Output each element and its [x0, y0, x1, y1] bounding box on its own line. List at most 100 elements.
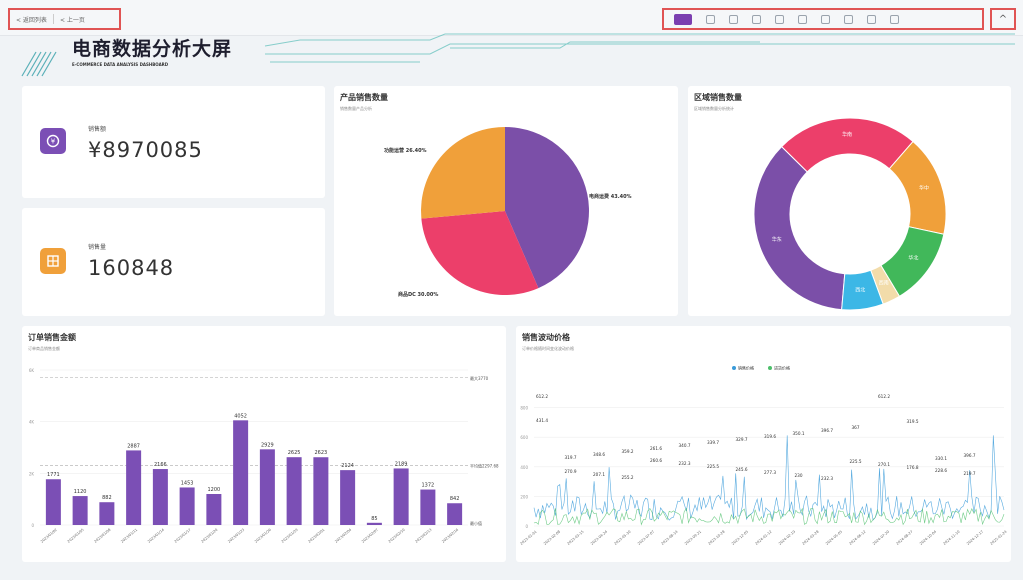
collapse-button[interactable]: ^	[990, 8, 1016, 30]
bar[interactable]	[420, 489, 436, 525]
line-peak-label: 232.3	[679, 461, 691, 466]
donut-segment-label: 西南	[879, 279, 889, 286]
bar[interactable]	[259, 449, 275, 525]
bar[interactable]	[45, 479, 61, 525]
line-x-tick: 2024-01-12	[754, 530, 772, 546]
back-to-list-link[interactable]: < 返回列表	[16, 15, 47, 24]
page-subtitle: E-COMMERCE DATA ANALYSIS DASHBOARD	[72, 62, 169, 67]
line-peak-label: 270.9	[565, 469, 577, 474]
divider	[52, 14, 54, 24]
bar-value-label: 85	[371, 516, 377, 522]
bar[interactable]	[313, 457, 329, 525]
expand-icon[interactable]	[890, 14, 899, 24]
bar[interactable]	[340, 470, 356, 525]
max-line-label: 最大3770	[470, 375, 489, 381]
bar-x-tick: 2023/02/07	[361, 528, 379, 544]
line-peak-label: 319.6	[764, 434, 776, 439]
bar-x-tick: 2023/01/17	[174, 528, 192, 544]
line-peak-label: 319.7	[565, 455, 577, 460]
line-x-tick: 2023-10-28	[707, 530, 725, 546]
bar[interactable]	[72, 496, 88, 525]
price-fluctuation-card: 销售波动价格 订单价格随时间变化波动价格 0 200 400 600 800 销售价格 进货…	[516, 326, 1011, 562]
sales-volume-value: 160848	[88, 256, 175, 280]
sales-volume-label: 销售量	[88, 244, 107, 251]
edit-icon[interactable]	[729, 14, 738, 24]
sales-amount-value: ¥8970085	[88, 138, 203, 162]
line-x-tick: 2024-03-28	[801, 530, 819, 546]
chevron-up-icon: ^	[998, 13, 1008, 25]
bar-x-tick: 2023/02/16	[441, 528, 459, 544]
bar-value-label: 2625	[288, 450, 301, 456]
bar[interactable]	[126, 450, 142, 525]
bar[interactable]	[447, 503, 463, 525]
money-icon: ¥	[40, 128, 66, 154]
donut-segment-label: 西北	[855, 286, 865, 293]
copy-icon[interactable]	[706, 14, 715, 24]
line-series[interactable]	[533, 435, 1005, 521]
donut-segment-label: 华东	[772, 236, 782, 243]
tool-group	[662, 8, 984, 30]
line-x-tick: 2024-12-17	[966, 530, 984, 546]
line-x-tick: 2024-06-12	[848, 530, 866, 546]
bar-x-tick: 2023/01/14	[147, 527, 166, 544]
line-y-tick: 200	[520, 494, 528, 499]
line-peak-label: 219.7	[964, 471, 976, 476]
line-x-tick: 2023-12-05	[731, 530, 749, 546]
bar[interactable]	[99, 502, 115, 525]
line-x-tick: 2023-08-14	[660, 529, 679, 546]
line-chart: 0 200 400 600 800 销售价格 进货价格 431.4 319.7 348.6 359.…	[519, 365, 1008, 546]
bar-x-tick: 2023/01/20	[200, 528, 218, 544]
line-peak-label: 350.1	[793, 431, 805, 436]
bar-chart: 0 2K 4K 6K 最大3770 平均值2297.68 最小值 1771 2023/01/02…	[29, 368, 499, 544]
pie-slice[interactable]	[421, 127, 505, 219]
bar-value-label: 2929	[261, 442, 274, 448]
line-peak-label: 207.1	[593, 472, 605, 477]
bar-value-label: 1453	[181, 480, 194, 486]
refresh-icon[interactable]	[867, 14, 876, 24]
legend-marker[interactable]	[732, 366, 736, 370]
avg-line-label: 平均值2297.68	[470, 463, 499, 469]
line-peak-label: 225.5	[707, 464, 719, 469]
donut-segment-label: 华北	[908, 254, 918, 261]
grid-icon[interactable]	[821, 14, 830, 24]
donut-segment-label: 华中	[919, 184, 929, 191]
line-peak-label: 367	[852, 425, 860, 430]
bar-x-tick: 2023/02/13	[414, 528, 432, 544]
legend-marker[interactable]	[768, 366, 772, 370]
line-x-tick: 2023-03-15	[566, 530, 584, 546]
bar[interactable]	[152, 469, 168, 525]
bar[interactable]	[393, 468, 409, 525]
bar-value-label: 2166	[154, 462, 167, 468]
line-x-tick: 2023-04-24	[590, 529, 609, 546]
pie-slice-label: 功能运营 26.40%	[384, 147, 427, 154]
bar[interactable]	[366, 522, 382, 525]
pie-chart: 电商运费 43.40% 商品DC 30.00% 功能运营 26.40%	[384, 127, 632, 298]
line-x-tick: 2023-02-08	[543, 530, 561, 546]
prev-page-link[interactable]: < 上一页	[60, 15, 85, 24]
nav-group: < 返回列表 < 上一页	[8, 8, 121, 30]
line-y-tick: 0	[525, 524, 528, 529]
bar-value-label: 1120	[74, 489, 87, 495]
bar[interactable]	[206, 494, 222, 525]
bar[interactable]	[179, 487, 195, 525]
line-peak-label: 228.6	[935, 468, 947, 473]
line-x-tick: 2024-08-27	[895, 530, 913, 546]
min-line-label: 最小值	[470, 520, 482, 526]
heart-icon[interactable]	[752, 14, 761, 24]
region-sales-card: 区域销售数量 区域销售数量分析统计 华东 华南 华中 华北 西南 西北	[688, 86, 1011, 316]
line-peak-label: 396.7	[964, 453, 976, 458]
export-icon[interactable]	[798, 14, 807, 24]
line-peak-label: 245.6	[736, 467, 748, 472]
pie-slice-label: 电商运费 43.40%	[589, 193, 632, 200]
bar-x-tick: 2023/01/08	[93, 528, 111, 544]
bar-x-tick: 2023/01/29	[281, 528, 299, 544]
bar[interactable]	[286, 457, 302, 525]
monitor-icon[interactable]	[674, 13, 692, 25]
bar[interactable]	[233, 420, 249, 525]
line-peak-label: 612.2	[536, 394, 548, 399]
line-peak-label: 612.2	[878, 394, 890, 399]
duplicate-icon[interactable]	[844, 14, 853, 24]
line-peak-label: 330.1	[935, 456, 947, 461]
line-x-tick: 2024-05-05	[825, 530, 843, 546]
share-icon[interactable]	[775, 14, 784, 24]
